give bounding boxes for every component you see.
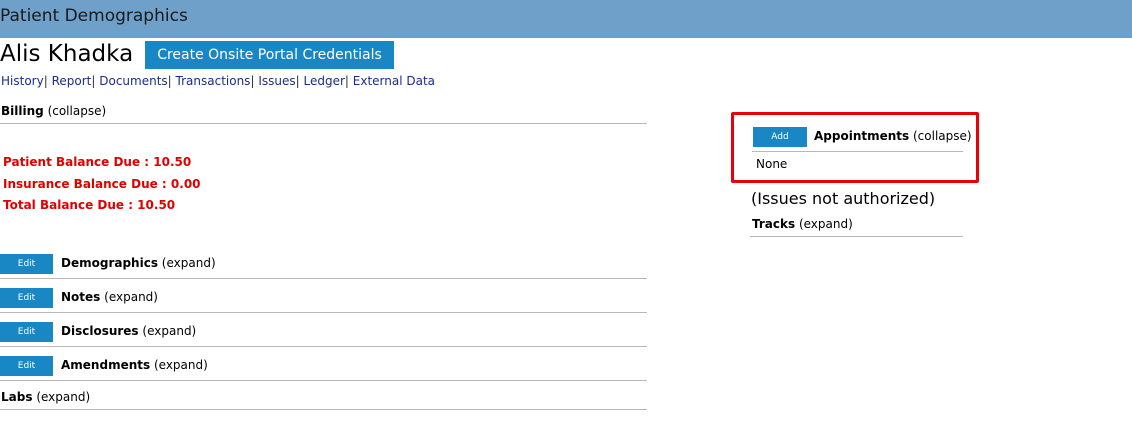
appointments-value: None xyxy=(756,157,788,171)
tracks-expand-toggle[interactable]: (expand) xyxy=(799,217,853,231)
demographics-expand-toggle[interactable]: (expand) xyxy=(162,256,216,270)
divider xyxy=(0,123,647,124)
tracks-header: Tracks (expand) xyxy=(752,217,853,231)
demographics-edit-button[interactable]: Edit xyxy=(0,254,53,274)
nav-link-documents[interactable]: Documents xyxy=(99,74,167,88)
divider xyxy=(0,312,647,313)
billing-header: Billing (collapse) xyxy=(1,104,106,118)
appointments-add-button[interactable]: Add xyxy=(753,127,807,147)
disclosures-header: Disclosures (expand) xyxy=(61,324,196,338)
amendments-title: Amendments xyxy=(61,358,151,372)
billing-title: Billing xyxy=(1,104,44,118)
divider xyxy=(0,380,647,381)
nav-link-ledger[interactable]: Ledger xyxy=(303,74,344,88)
labs-title: Labs xyxy=(1,390,33,404)
demographics-title: Demographics xyxy=(61,256,158,270)
amendments-expand-toggle[interactable]: (expand) xyxy=(154,358,208,372)
patient-balance-due: Patient Balance Due : 10.50 xyxy=(3,155,192,169)
create-portal-credentials-button[interactable]: Create Onsite Portal Credentials xyxy=(145,41,394,69)
nav-separator: | xyxy=(91,74,96,88)
page-title: Patient Demographics xyxy=(0,6,188,26)
divider xyxy=(750,236,963,237)
nav-separator: | xyxy=(250,74,255,88)
nav-link-external-data[interactable]: External Data xyxy=(353,74,435,88)
notes-title: Notes xyxy=(61,290,101,304)
amendments-edit-button[interactable]: Edit xyxy=(0,356,53,376)
patient-name: Alis Khadka xyxy=(0,41,134,67)
nav-link-transactions[interactable]: Transactions xyxy=(176,74,251,88)
title-bar: Patient Demographics xyxy=(0,0,1132,38)
insurance-balance-due: Insurance Balance Due : 0.00 xyxy=(3,177,201,191)
appointments-header: Appointments (collapse) xyxy=(814,129,972,143)
total-balance-due: Total Balance Due : 10.50 xyxy=(3,198,176,212)
disclosures-edit-button[interactable]: Edit xyxy=(0,322,53,342)
issues-not-authorized-notice: (Issues not authorized) xyxy=(751,189,936,208)
nav-link-history[interactable]: History xyxy=(1,74,44,88)
appointments-collapse-toggle[interactable]: (collapse) xyxy=(913,129,972,143)
divider xyxy=(752,151,963,152)
disclosures-title: Disclosures xyxy=(61,324,139,338)
notes-edit-button[interactable]: Edit xyxy=(0,288,53,308)
divider xyxy=(0,278,647,279)
tracks-title: Tracks xyxy=(752,217,796,231)
nav-separator: | xyxy=(344,74,349,88)
appointments-highlight-box xyxy=(731,112,979,183)
nav-link-report[interactable]: Report xyxy=(52,74,92,88)
nav-separator: | xyxy=(43,74,48,88)
notes-expand-toggle[interactable]: (expand) xyxy=(104,290,158,304)
appointments-title: Appointments xyxy=(814,129,910,143)
nav-separator: | xyxy=(167,74,172,88)
divider xyxy=(0,346,647,347)
amendments-header: Amendments (expand) xyxy=(61,358,208,372)
notes-header: Notes (expand) xyxy=(61,290,158,304)
patient-nav-links: History| Report| Documents| Transactions… xyxy=(1,74,435,88)
divider xyxy=(0,409,647,410)
nav-separator: | xyxy=(295,74,300,88)
demographics-header: Demographics (expand) xyxy=(61,256,216,270)
labs-header: Labs (expand) xyxy=(1,390,90,404)
labs-expand-toggle[interactable]: (expand) xyxy=(36,390,90,404)
disclosures-expand-toggle[interactable]: (expand) xyxy=(142,324,196,338)
nav-link-issues[interactable]: Issues xyxy=(258,74,295,88)
billing-collapse-toggle[interactable]: (collapse) xyxy=(48,104,107,118)
